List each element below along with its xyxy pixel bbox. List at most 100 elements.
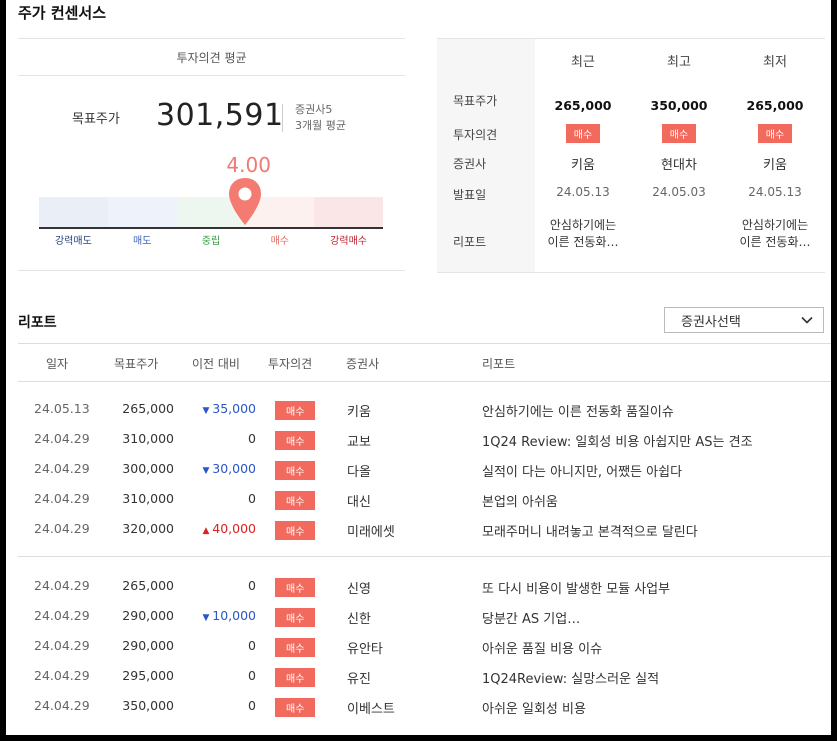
row-report-link[interactable]: 1Q24Review: 실망스러운 실적 <box>482 668 659 687</box>
row-change-value: 10,000 <box>212 608 256 623</box>
table-row[interactable]: 24.04.29 320,000 ▲ 40,000 매수 미래에셋 모래주머니 내려놓고 … <box>18 514 831 544</box>
row-broker: 유안타 <box>347 642 383 657</box>
table-row[interactable]: 24.04.29 310,000 0 매수 대신 본업의 아쉬움 <box>18 484 831 514</box>
opinion-badge: 매수 <box>275 401 316 420</box>
table-row[interactable]: 24.05.13 265,000 ▼ 35,000 매수 키움 안심하기에는 이른 전동화… <box>18 394 831 424</box>
row-report-link[interactable]: 실적이 다는 아니지만, 어쨌든 아쉽다 <box>482 461 682 480</box>
row-broker: 유진 <box>347 672 371 687</box>
scale-label: 중립 <box>201 236 221 247</box>
opinion-scale-bar <box>39 197 383 229</box>
col-header-report: 리포트 <box>482 357 516 371</box>
row-target-price: 310,000 <box>122 491 174 506</box>
low-opinion: 매수 <box>727 124 823 143</box>
arrow-down-icon: ▼ <box>202 406 213 416</box>
row-broker: 이베스트 <box>347 702 395 717</box>
table-row[interactable]: 24.04.29 300,000 ▼ 30,000 매수 다올 실적이 다는 아니지만, … <box>18 454 831 484</box>
row-opinion: 매수 <box>275 491 316 510</box>
table-row[interactable]: 24.04.29 265,000 0 매수 신영 또 다시 비용이 발생한 모듈 사업부 <box>18 571 831 601</box>
target-price-value: 301,591 <box>156 98 284 133</box>
row-broker: 대신 <box>347 495 371 510</box>
recent-broker: 키움 <box>571 158 595 173</box>
row-date: 24.04.29 <box>34 668 90 683</box>
scale-label: 강력매도 <box>54 236 92 247</box>
low-broker: 키움 <box>763 158 787 173</box>
opinion-badge: 매수 <box>275 491 316 510</box>
col-header-target-price: 목표주가 <box>114 357 159 371</box>
row-change: 0 <box>188 698 256 713</box>
table-row[interactable]: 24.04.29 295,000 0 매수 유진 1Q24Review: 실망스러운 실적 <box>18 661 831 691</box>
average-header: 투자의견 평균 <box>18 38 405 76</box>
row-target-price: 265,000 <box>122 401 174 416</box>
row-date: 24.05.13 <box>34 401 90 416</box>
row-broker: 키움 <box>347 405 371 420</box>
section-title: 주가 컨센서스 <box>18 4 107 22</box>
row-target-price: 265,000 <box>122 578 174 593</box>
scale-label: 매수 <box>270 236 289 247</box>
scale-segment <box>39 197 108 229</box>
row-report-link[interactable]: 모래주머니 내려놓고 본격적으로 달린다 <box>482 521 698 540</box>
arrow-up-icon: ▲ <box>202 526 213 536</box>
row-date: 24.04.29 <box>34 491 90 506</box>
table-row[interactable]: 24.04.29 290,000 ▼ 10,000 매수 신한 당분간 AS 기업… <box>18 601 831 631</box>
recent-high-low-table: 최근 최고 최저 목표주가 투자의견 증권사 발표일 리포트 265,000 매… <box>437 38 825 273</box>
row-opinion: 매수 <box>275 608 316 627</box>
scale-segment <box>107 197 177 229</box>
low-report-link[interactable]: 안심하기에는 이른 전동화… <box>727 217 823 251</box>
opinion-badge: 매수 <box>275 668 316 687</box>
row-target-price: 310,000 <box>122 431 174 446</box>
row-date: 24.04.29 <box>34 461 90 476</box>
row-date: 24.04.29 <box>34 431 90 446</box>
report-section-title: 리포트 <box>18 315 57 331</box>
row-label-report: 리포트 <box>453 235 487 249</box>
row-change-value: 0 <box>248 431 256 446</box>
opinion-badge: 매수 <box>661 124 697 143</box>
arrow-down-icon: ▼ <box>202 466 213 476</box>
opinion-badge: 매수 <box>275 521 316 540</box>
table-row[interactable]: 24.04.29 310,000 0 매수 교보 1Q24 Review: 일회성 비용 … <box>18 424 831 454</box>
row-target-price: 300,000 <box>122 461 174 476</box>
row-change-value: 0 <box>248 698 256 713</box>
row-report-link[interactable]: 아쉬운 일회성 비용 <box>482 698 586 717</box>
group-divider <box>18 556 831 557</box>
chevron-down-icon <box>801 316 813 324</box>
col-header-high: 최고 <box>667 55 691 70</box>
row-broker: 다올 <box>347 465 371 480</box>
row-change: 0 <box>188 578 256 593</box>
row-date: 24.04.29 <box>34 608 90 623</box>
table-row[interactable]: 24.04.29 350,000 0 매수 이베스트 아쉬운 일회성 비용 <box>18 691 831 721</box>
row-report-link[interactable]: 아쉬운 품질 비용 이슈 <box>482 638 602 657</box>
row-change: ▼ 35,000 <box>188 401 256 416</box>
row-report-link[interactable]: 1Q24 Review: 일회성 비용 아쉽지만 AS는 견조 <box>482 431 753 450</box>
average-period: 3개월 평균 <box>295 119 346 132</box>
opinion-score: 4.00 <box>226 153 271 177</box>
report-line: 안심하기에는 <box>549 218 617 232</box>
high-date: 24.05.03 <box>652 185 706 199</box>
row-report-link[interactable]: 또 다시 비용이 발생한 모듈 사업부 <box>482 578 670 597</box>
row-target-price: 350,000 <box>122 698 174 713</box>
col-header-recent: 최근 <box>571 55 595 70</box>
col-header-date: 일자 <box>46 357 69 371</box>
broker-summary: 증권사5 3개월 평균 <box>295 102 346 134</box>
row-target-price: 295,000 <box>122 668 174 683</box>
row-report-link[interactable]: 안심하기에는 이른 전동화 품질이슈 <box>482 401 674 420</box>
consensus-panel: 주가 컨센서스 투자의견 평균 목표주가 301,591 증권사5 3개월 평균… <box>6 0 831 735</box>
broker-select[interactable]: 증권사선택 <box>664 307 824 333</box>
row-broker: 신영 <box>347 582 371 597</box>
row-report-link[interactable]: 당분간 AS 기업… <box>482 608 580 627</box>
recent-report-link[interactable]: 안심하기에는 이른 전동화… <box>535 217 631 251</box>
row-change: ▼ 10,000 <box>188 608 256 623</box>
opinion-scale-labels: 강력매도 매도 중립 매수 강력매수 <box>39 232 383 247</box>
row-target-price: 290,000 <box>122 638 174 653</box>
opinion-badge: 매수 <box>275 698 316 717</box>
row-opinion: 매수 <box>275 578 316 597</box>
row-opinion: 매수 <box>275 461 316 480</box>
row-date: 24.04.29 <box>34 638 90 653</box>
report-line: 안심하기에는 <box>741 218 809 232</box>
row-report-link[interactable]: 본업의 아쉬움 <box>482 491 558 510</box>
col-header-broker: 증권사 <box>346 357 380 371</box>
table-row[interactable]: 24.04.29 290,000 0 매수 유안타 아쉬운 품질 비용 이슈 <box>18 631 831 661</box>
opinion-badge: 매수 <box>757 124 793 143</box>
broker-count: 증권사5 <box>295 103 333 116</box>
row-change-value: 0 <box>248 638 256 653</box>
row-change: ▼ 30,000 <box>188 461 256 476</box>
